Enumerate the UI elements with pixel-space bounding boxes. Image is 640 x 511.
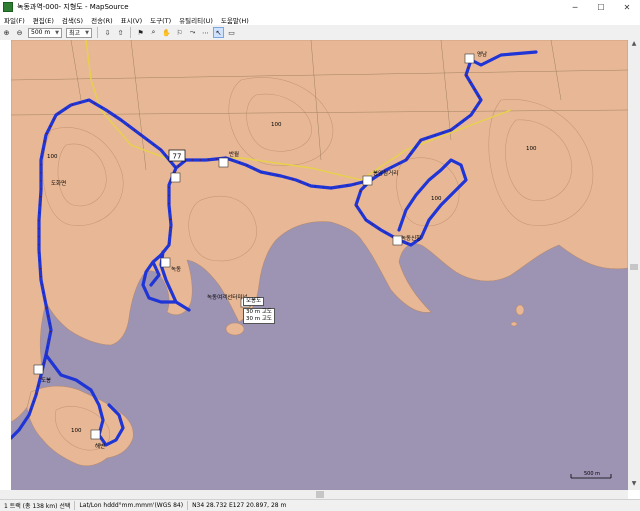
contour-label: 100 [431,196,442,202]
waypoint-label: 녹동 [171,266,181,273]
land-islet-obong [225,322,245,336]
toolbar: ⊕ ⊖ 500 m ▼ 최고 ▼ ⇩ ⇧ ⚑ ⌕ ✋ ⚐ ⤳ ⋯ ↖ ▭ [0,25,640,41]
waypoint-icon [218,157,229,168]
toolbar-separator [130,27,131,38]
minimize-button[interactable]: ─ [562,0,588,14]
waypoint-popup: 오봉도 [243,297,265,306]
map-tool-icon[interactable]: ⚑ [135,27,146,38]
zoom-tool-icon[interactable]: ⌕ [148,27,159,38]
contour-label: 100 [271,122,282,128]
menu-help[interactable]: 도움말(H) [217,15,253,25]
map-canvas[interactable]: 77 도화면 100 100 100 100 100 영남 녹동신항 봉암삼거리… [11,40,628,490]
window-title: 녹동과역-000- 지형도 - MapSource [17,3,129,11]
menu-utilities[interactable]: 유틸리티(U) [175,15,217,25]
contour-label: 100 [71,428,82,434]
route-number: 77 [173,153,182,161]
receive-from-device-icon[interactable]: ⇩ [102,27,113,38]
waypoint-popup-elevation: 30 m 고도 30 m 고도 [243,308,275,324]
contour-label: 100 [47,154,58,160]
zoom-scale-value: 500 m [31,29,51,36]
status-bar: 1 트랙 (총 138 km) 선택 Lat/Lon hddd°mm.mmm'(… [0,499,640,511]
chevron-down-icon: ▼ [55,29,59,36]
waypoint-icon [33,364,44,375]
waypoint-label: 도봉 [41,377,51,384]
waypoint-icon [464,53,475,64]
land-islet-east [515,304,525,316]
scale-label: 500 m [584,471,600,477]
horizontal-scrollbar[interactable] [0,490,628,499]
status-selection: 1 트랙 (총 138 km) 선택 [4,503,71,510]
chevron-down-icon: ▼ [85,29,89,36]
waypoint-label: 봉암삼거리 [373,169,398,177]
status-coords: N34 28.732 E127 20.897, 28 m [192,502,287,509]
popup-line: 30 m 고도 [246,316,272,322]
scroll-thumb[interactable] [316,491,324,498]
measure-tool-icon[interactable]: ▭ [226,27,237,38]
map-detail-select[interactable]: 최고 ▼ [66,27,92,38]
menu-bar: 파일(F) 편집(E) 검색(S) 전송(R) 표시(V) 도구(T) 유틸리티… [0,14,640,25]
land-islet-east-2 [510,321,518,327]
popup-title: 오봉도 [246,298,262,304]
vertical-scrollbar[interactable]: ▲ ▼ [628,40,640,490]
route-tool-icon[interactable]: ⤳ [187,27,198,38]
menu-view[interactable]: 표시(V) [117,15,146,25]
waypoint-icon [90,429,101,440]
app-icon [3,2,13,12]
send-to-device-icon[interactable]: ⇧ [115,27,126,38]
selection-tool-icon[interactable]: ↖ [213,27,224,38]
waypoint-icon [160,257,171,268]
hand-tool-icon[interactable]: ✋ [161,27,172,38]
scroll-up-icon[interactable]: ▲ [628,40,640,50]
title-bar: 녹동과역-000- 지형도 - MapSource ─ ☐ ✕ [0,0,640,14]
waypoint-icon [362,175,373,186]
status-format: Lat/Lon hddd°mm.mmm'(WGS 84) [79,502,184,509]
zoom-in-icon[interactable]: ⊕ [1,27,12,38]
waypoint-icon [170,172,181,183]
waypoint-label: 녹동신항 [401,234,421,242]
map-view[interactable]: 77 도화면 100 100 100 100 100 영남 녹동신항 봉암삼거리… [11,40,628,490]
zoom-scale-select[interactable]: 500 m ▼ [28,27,62,38]
menu-search[interactable]: 검색(S) [58,15,87,25]
waypoint-tool-icon[interactable]: ⚐ [174,27,185,38]
scroll-thumb[interactable] [630,264,638,270]
menu-transfer[interactable]: 전송(R) [87,15,117,25]
place-label: 도화면 [51,179,66,187]
contour-label: 100 [526,146,537,152]
toolbar-separator [97,27,98,38]
left-margin [0,40,11,490]
popup-line: 30 m 고도 [246,309,272,315]
track-tool-icon[interactable]: ⋯ [200,27,211,38]
waypoint-label: 해변 [95,442,105,450]
menu-tools[interactable]: 도구(T) [146,15,175,25]
menu-edit[interactable]: 편집(E) [29,15,58,25]
waypoint-label: 녹동여객선터미널 [207,293,247,301]
zoom-out-icon[interactable]: ⊖ [14,27,25,38]
close-button[interactable]: ✕ [614,0,640,14]
scroll-down-icon[interactable]: ▼ [628,480,640,490]
maximize-button[interactable]: ☐ [588,0,614,14]
map-detail-value: 최고 [69,30,81,37]
waypoint-label: 영남 [477,50,487,58]
waypoint-label: 반월 [229,150,239,158]
menu-file[interactable]: 파일(F) [0,15,29,25]
